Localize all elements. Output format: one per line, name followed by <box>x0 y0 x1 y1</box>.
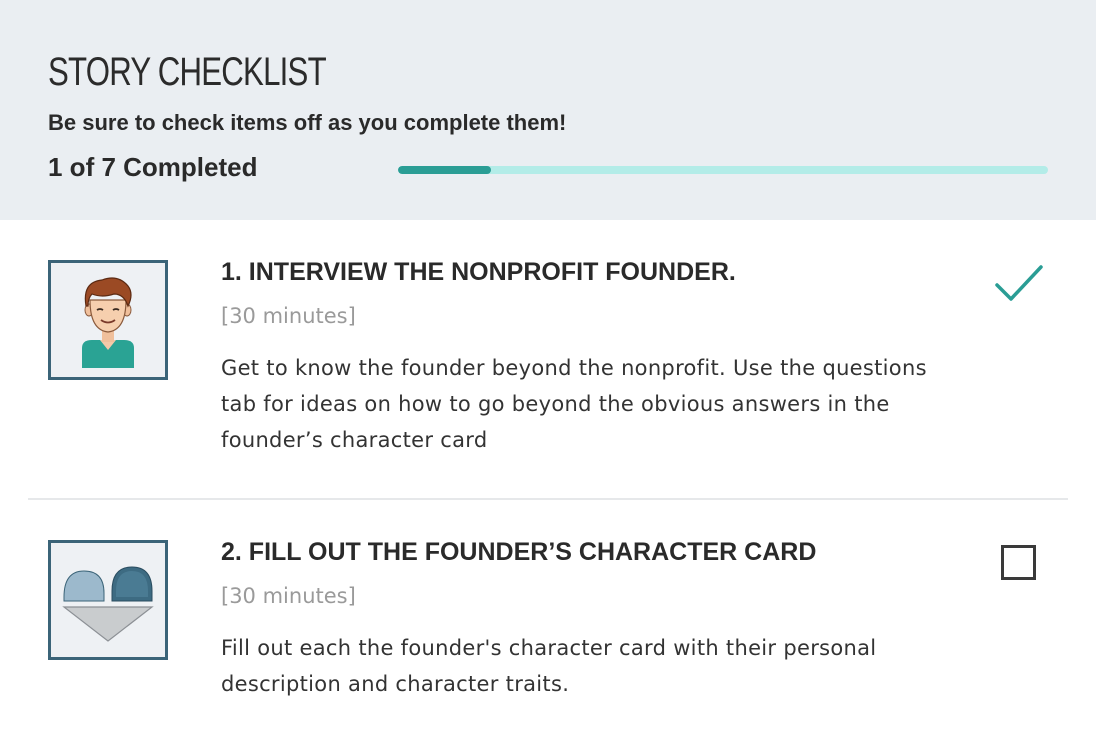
checklist-header: STORY CHECKLIST Be sure to check items o… <box>0 0 1096 220</box>
checklist-item: 1. INTERVIEW THE NONPROFIT FOUNDER. [30 … <box>0 220 1096 498</box>
item-duration: [30 minutes] <box>221 584 356 608</box>
complete-checkbox[interactable] <box>1001 545 1036 580</box>
page-subtitle: Be sure to check items off as you comple… <box>48 110 567 135</box>
progress-count: 1 of 7 Completed <box>48 152 258 182</box>
heart-card-icon <box>62 566 154 642</box>
item-thumbnail <box>48 540 168 660</box>
item-title: 1. INTERVIEW THE NONPROFIT FOUNDER. <box>221 258 736 286</box>
progress-bar-fill <box>398 166 491 174</box>
item-title: 2. FILL OUT THE FOUNDER’S CHARACTER CARD <box>221 538 817 566</box>
progress-bar <box>398 166 1048 174</box>
item-thumbnail <box>48 260 168 380</box>
item-description: Get to know the founder beyond the nonpr… <box>221 356 927 452</box>
checklist-item: 2. FILL OUT THE FOUNDER’S CHARACTER CARD… <box>0 500 1096 740</box>
item-duration: [30 minutes] <box>221 304 356 328</box>
founder-avatar-icon <box>82 277 134 368</box>
page-title: STORY CHECKLIST <box>48 50 327 94</box>
item-description: Fill out each the founder's character ca… <box>221 636 877 696</box>
checkmark-icon[interactable] <box>994 264 1044 304</box>
